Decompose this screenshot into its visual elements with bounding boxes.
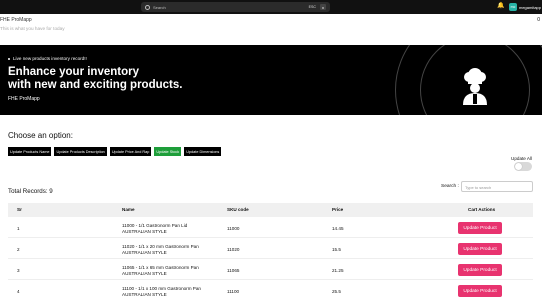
header-price: Price <box>332 207 344 212</box>
cell-sr: 4 <box>17 289 20 294</box>
cell-price: 21.25 <box>332 268 344 273</box>
header-sr: Sr <box>17 207 22 212</box>
table-row: 1 11000 - 1/1 Gastronorm Pan Lid AUSTRAL… <box>8 217 533 238</box>
options-title: Choose an option: <box>8 131 73 140</box>
search-placeholder: Search <box>153 4 166 10</box>
update-product-button[interactable]: Update Product <box>458 243 502 255</box>
cell-name: 11100 - 1/1 x 100 mm Gastronorm Pan AUST… <box>122 286 201 297</box>
table-row: 3 11065 - 1/1 x 65 mm Gastronorm Pan AUS… <box>8 259 533 280</box>
banner-headline: Enhance your inventory with new and exci… <box>8 66 308 92</box>
top-bar: Search ESC x 🔔 mc megamitapp <box>0 0 542 14</box>
close-icon[interactable]: x <box>320 4 326 10</box>
total-records: Total Records: 9 <box>8 188 53 195</box>
cell-sr: 1 <box>17 226 20 231</box>
header-sku: SKU code <box>227 207 249 212</box>
cell-name: 11065 - 1/1 x 65 mm Gastronorm Pan AUSTR… <box>122 265 199 276</box>
option-chips: Update Products Name Update Products Des… <box>8 147 222 156</box>
option-update-dimensions[interactable]: Update Dimensions <box>184 147 222 156</box>
option-update-description[interactable]: Update Products Description <box>54 147 107 156</box>
search-icon <box>145 4 150 10</box>
avatar: mc <box>509 3 517 11</box>
headline-line-2: with new and exciting products. <box>8 79 183 91</box>
user-menu[interactable]: mc megamitapp <box>509 2 541 12</box>
cell-name: 11020 - 1/1 x 20 mm Gastronorm Pan AUSTR… <box>122 244 199 255</box>
page-title: FHE ProMapp <box>0 17 32 23</box>
headline-line-1: Enhance your inventory <box>8 66 140 78</box>
update-product-button[interactable]: Update Product <box>458 222 502 234</box>
update-all-label: Update All <box>511 156 532 161</box>
cell-price: 15.5 <box>332 247 341 252</box>
cell-price: 25.5 <box>332 289 341 294</box>
table-row: 2 11020 - 1/1 x 20 mm Gastronorm Pan AUS… <box>8 238 533 259</box>
cell-sku: 11100 <box>227 289 240 294</box>
cell-sku: 11020 <box>227 247 240 252</box>
chef-icon <box>463 68 487 105</box>
table-row: 4 11100 - 1/1 x 100 mm Gastronorm Pan AU… <box>8 280 533 301</box>
update-product-button[interactable]: Update Product <box>458 264 502 276</box>
table-header: Sr Name SKU code Price Cart Actions <box>8 203 533 217</box>
banner-brand: FHE ProMapp <box>8 96 40 102</box>
option-update-name[interactable]: Update Products Name <box>8 147 52 156</box>
update-product-button[interactable]: Update Product <box>458 285 502 297</box>
table-search-input[interactable]: Type to search <box>461 181 533 192</box>
header-name: Name <box>122 207 135 212</box>
option-update-stock[interactable]: Update Stock <box>154 147 182 156</box>
cell-sku: 11065 <box>227 268 240 273</box>
toggle-knob <box>515 163 522 170</box>
count-value: 0 <box>537 17 540 23</box>
option-update-price[interactable]: Update Price And Rap <box>109 147 152 156</box>
table-search-label: Search : <box>441 184 459 189</box>
cell-name: 11000 - 1/1 Gastronorm Pan Lid AUSTRALIA… <box>122 223 188 234</box>
update-all-toggle[interactable] <box>514 162 532 171</box>
page-subtitle: This is what you have for today <box>0 26 65 31</box>
cell-sr: 3 <box>17 268 20 273</box>
cell-sku: 11000 <box>227 226 240 231</box>
app-root: Search ESC x 🔔 mc megamitapp FHE ProMapp… <box>0 0 542 305</box>
user-name: megamitapp <box>518 4 541 10</box>
header-cart-actions: Cart Actions <box>468 207 496 212</box>
live-label: Live new products inventory record!! <box>8 56 87 61</box>
live-text: Live new products inventory record!! <box>13 56 87 61</box>
search-input[interactable]: Search ESC x <box>141 2 330 12</box>
bullet-icon <box>8 57 10 60</box>
bell-icon[interactable]: 🔔 <box>497 3 504 10</box>
hero-banner: Live new products inventory record!! Enh… <box>0 45 542 115</box>
cell-sr: 2 <box>17 247 20 252</box>
cell-price: 14.45 <box>332 226 344 231</box>
escape-shortcut: ESC <box>308 5 316 9</box>
